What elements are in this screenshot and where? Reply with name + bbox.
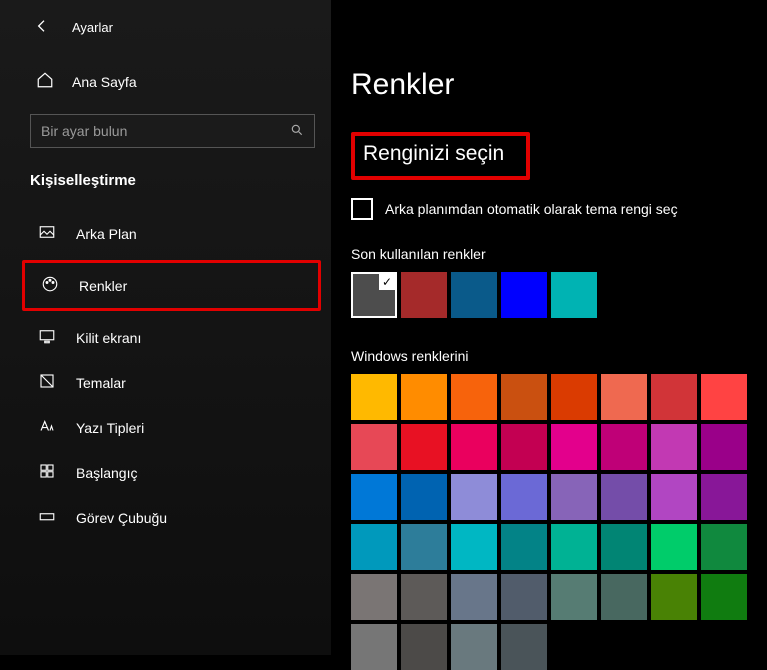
- search-input[interactable]: [30, 114, 315, 148]
- color-swatch[interactable]: [401, 624, 447, 670]
- windows-colors-label: Windows renklerini: [351, 348, 747, 364]
- sidebar-item-taskbar[interactable]: Görev Çubuğu: [0, 495, 331, 540]
- sidebar-item-themes[interactable]: Temalar: [0, 360, 331, 405]
- color-swatch[interactable]: [501, 424, 547, 470]
- sidebar-item-fonts[interactable]: Yazı Tipleri: [0, 405, 331, 450]
- recent-color-swatch[interactable]: [451, 272, 497, 318]
- sidebar-item-home[interactable]: Ana Sayfa: [0, 61, 331, 102]
- home-icon: [36, 71, 54, 92]
- section-title: Kişiselleştirme: [0, 166, 331, 211]
- color-swatch[interactable]: [501, 574, 547, 620]
- choose-color-heading-highlight: Renginizi seçin: [351, 132, 530, 180]
- color-swatch[interactable]: [551, 474, 597, 520]
- color-swatch[interactable]: [551, 574, 597, 620]
- color-swatch[interactable]: [501, 524, 547, 570]
- color-swatch[interactable]: [601, 574, 647, 620]
- color-swatch[interactable]: [551, 374, 597, 420]
- auto-color-checkbox[interactable]: [351, 198, 373, 220]
- color-swatch[interactable]: [601, 424, 647, 470]
- recent-color-swatch[interactable]: ✓: [351, 272, 397, 318]
- color-swatch[interactable]: [701, 574, 747, 620]
- recent-color-swatch[interactable]: [401, 272, 447, 318]
- color-swatch[interactable]: [601, 524, 647, 570]
- color-swatch[interactable]: [651, 524, 697, 570]
- checkmark-icon: ✓: [379, 274, 395, 290]
- color-swatch[interactable]: [451, 574, 497, 620]
- color-swatch[interactable]: [601, 374, 647, 420]
- color-swatch[interactable]: [701, 374, 747, 420]
- sidebar-item-label: Başlangıç: [76, 465, 137, 481]
- sidebar-item-label: Temalar: [76, 375, 126, 391]
- color-swatch[interactable]: [651, 424, 697, 470]
- picture-icon: [38, 223, 56, 244]
- color-swatch[interactable]: [701, 424, 747, 470]
- color-swatch[interactable]: [351, 524, 397, 570]
- taskbar-icon: [38, 507, 56, 528]
- color-swatch[interactable]: [401, 574, 447, 620]
- choose-color-heading: Renginizi seçin: [363, 142, 504, 165]
- color-swatch[interactable]: [651, 474, 697, 520]
- sidebar-item-lockscreen[interactable]: Kilit ekranı: [0, 315, 331, 360]
- sidebar-item-label: Yazı Tipleri: [76, 420, 144, 436]
- color-swatch[interactable]: [351, 574, 397, 620]
- color-swatch[interactable]: [451, 624, 497, 670]
- color-swatch[interactable]: [451, 524, 497, 570]
- start-icon: [38, 462, 56, 483]
- color-swatch[interactable]: [651, 374, 697, 420]
- color-swatch[interactable]: [401, 424, 447, 470]
- recent-color-swatch[interactable]: [501, 272, 547, 318]
- color-swatch[interactable]: [651, 574, 697, 620]
- search-icon: [290, 123, 304, 140]
- sidebar-item-label: Kilit ekranı: [76, 330, 141, 346]
- palette-icon: [41, 275, 59, 296]
- sidebar-item-label: Renkler: [79, 278, 127, 294]
- back-icon[interactable]: [34, 18, 50, 37]
- color-swatch[interactable]: [351, 474, 397, 520]
- sidebar-item-background[interactable]: Arka Plan: [0, 211, 331, 256]
- sidebar-item-start[interactable]: Başlangıç: [0, 450, 331, 495]
- color-swatch[interactable]: [351, 624, 397, 670]
- color-swatch[interactable]: [551, 524, 597, 570]
- fonts-icon: [38, 417, 56, 438]
- sidebar-item-label: Görev Çubuğu: [76, 510, 167, 526]
- search-field[interactable]: [41, 123, 290, 139]
- color-swatch[interactable]: [401, 474, 447, 520]
- color-swatch[interactable]: [351, 424, 397, 470]
- color-swatch[interactable]: [501, 374, 547, 420]
- page-title: Renkler: [351, 68, 747, 102]
- color-swatch[interactable]: [401, 374, 447, 420]
- sidebar-item-colors[interactable]: Renkler: [25, 263, 318, 308]
- color-swatch[interactable]: [601, 474, 647, 520]
- color-swatch[interactable]: [351, 374, 397, 420]
- recent-color-swatch[interactable]: [551, 272, 597, 318]
- color-swatch[interactable]: [451, 474, 497, 520]
- color-swatch[interactable]: [451, 424, 497, 470]
- color-swatch[interactable]: [551, 424, 597, 470]
- color-swatch[interactable]: [451, 374, 497, 420]
- color-swatch[interactable]: [501, 624, 547, 670]
- themes-icon: [38, 372, 56, 393]
- color-swatch[interactable]: [701, 524, 747, 570]
- color-swatch[interactable]: [701, 474, 747, 520]
- color-swatch[interactable]: [401, 524, 447, 570]
- sidebar-item-label: Arka Plan: [76, 226, 137, 242]
- auto-color-label: Arka planımdan otomatik olarak tema reng…: [385, 201, 678, 217]
- color-swatch[interactable]: [501, 474, 547, 520]
- home-label: Ana Sayfa: [72, 74, 137, 90]
- recent-colors-label: Son kullanılan renkler: [351, 246, 747, 262]
- app-title: Ayarlar: [72, 20, 113, 35]
- lockscreen-icon: [38, 327, 56, 348]
